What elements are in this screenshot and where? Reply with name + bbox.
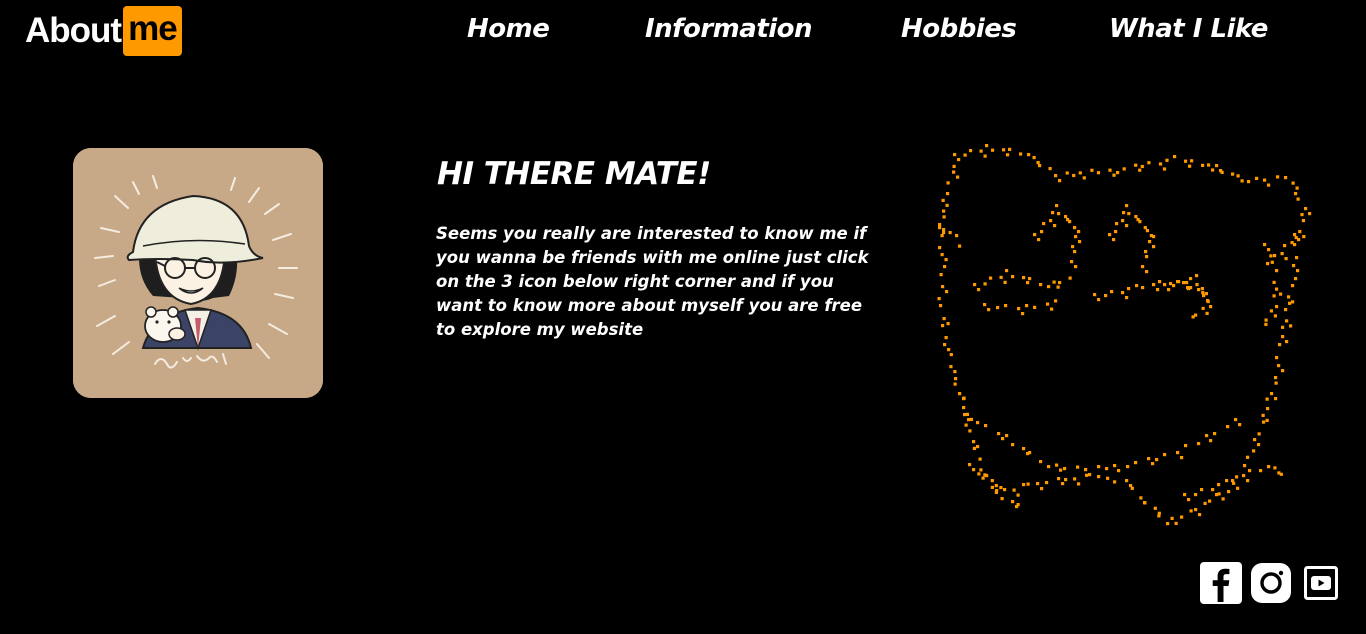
youtube-icon[interactable] [1303,565,1339,601]
page: About me Home Information Hobbies What I… [0,0,1366,634]
nav-what-i-like-link[interactable]: What I Like [1109,14,1268,44]
intro-text: Seems you really are interested to know … [436,224,869,339]
dot-art-bear-face [937,144,1312,526]
main-nav: Home Information Hobbies What I Like [0,14,1366,54]
nav-hobbies-link[interactable]: Hobbies [901,14,1017,44]
profile-avatar [73,148,323,398]
nav-home-link[interactable]: Home [467,14,550,44]
cartoon-avatar-illustration [73,148,323,398]
facebook-icon[interactable] [1200,562,1242,604]
instagram-icon[interactable] [1251,563,1291,603]
intro-title: HI THERE MATE! [437,156,711,192]
nav-information-link[interactable]: Information [645,14,813,44]
